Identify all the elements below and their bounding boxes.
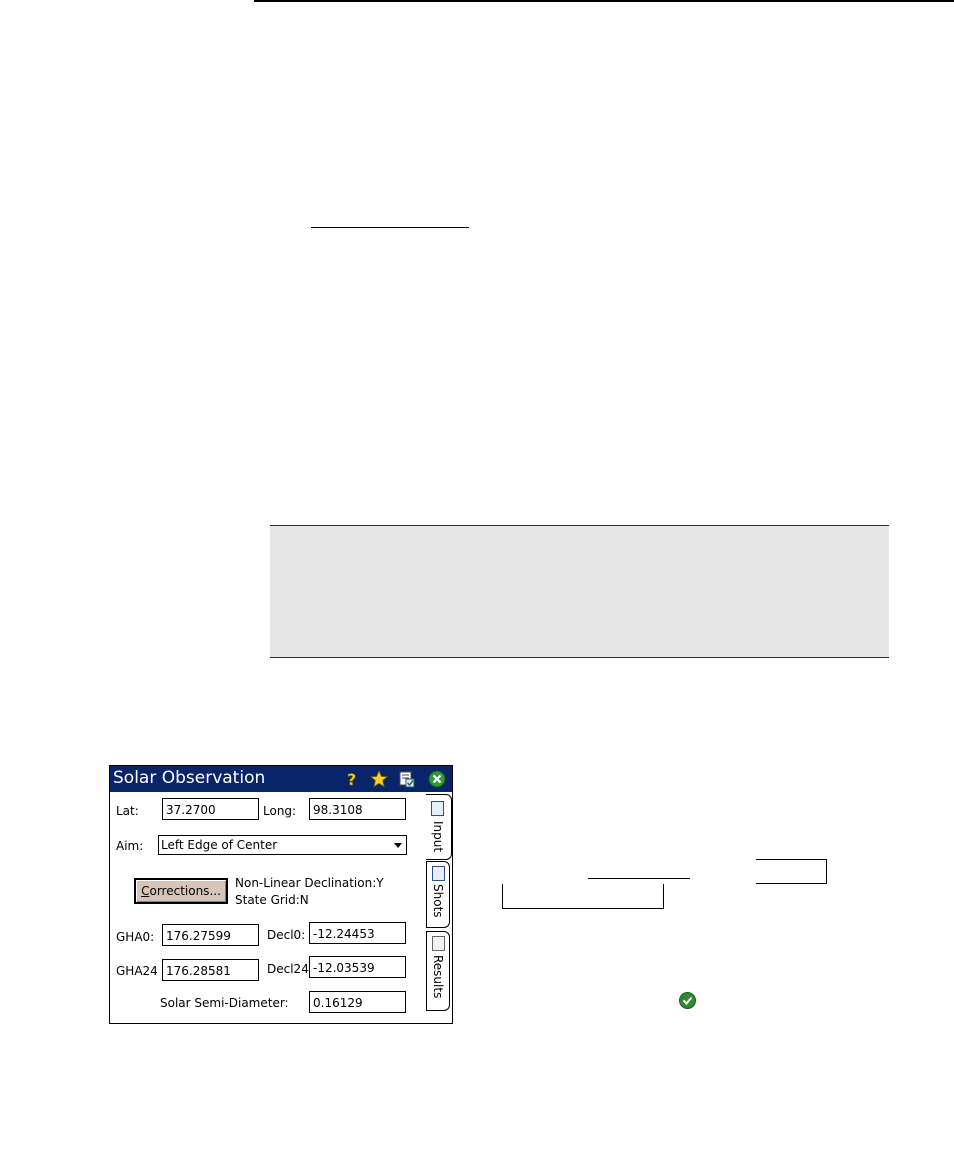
semi-diameter-input[interactable]: 0.16129 [309,991,406,1013]
results-tab-icon [432,936,445,951]
tab-results[interactable]: Results [426,931,450,1011]
decl0-input[interactable]: -12.24453 [309,922,406,944]
settings-icon[interactable] [397,769,417,789]
link-underline [588,878,690,879]
help-icon[interactable]: ? [342,769,362,789]
decl24-input[interactable]: -12.03539 [309,956,406,978]
gha24-label: GHA24 [116,964,158,978]
semi-diameter-label: Solar Semi-Diameter: [160,996,289,1010]
aim-select[interactable]: Left Edge of Center [158,835,407,855]
lat-input[interactable]: 37.2700 [162,798,259,820]
tab-shots[interactable]: Shots [426,861,450,928]
decl24-label: Decl24 [267,962,309,976]
ok-check-icon [679,992,696,1009]
long-input[interactable]: 98.3108 [309,798,406,820]
gha0-label: GHA0: [116,930,155,944]
input-tab-icon [431,801,444,816]
tab-results-label: Results [431,955,445,999]
key-box [502,884,664,909]
tab-input[interactable]: Input [426,794,452,860]
svg-text:?: ? [347,770,356,788]
close-icon[interactable] [427,769,447,789]
corrections-button[interactable]: Corrections... [134,878,228,904]
key-box-left [502,884,503,909]
favorites-star-icon[interactable] [369,769,389,789]
aim-select-value: Left Edge of Center [161,838,278,852]
page-header-rule [254,0,954,2]
window-title: Solar Observation [113,768,266,788]
state-grid-status: State Grid:N [235,893,309,907]
solar-observation-window: Solar Observation ? Lat: 37.2700 Long: 9… [109,765,453,1024]
note-box [270,525,889,658]
shots-tab-icon [432,866,445,881]
chevron-down-icon [394,843,402,848]
gha0-input[interactable]: 176.27599 [162,924,259,946]
tab-shots-label: Shots [431,884,445,918]
gha24-input[interactable]: 176.28581 [162,959,259,981]
link-underline [311,227,469,228]
corrections-label: orrections... [149,884,221,898]
key-box [756,860,827,884]
title-bar: Solar Observation ? [110,766,452,792]
decl0-label: Decl0: [267,928,306,942]
key-box-top [756,859,827,860]
aim-label: Aim: [116,839,144,853]
long-label: Long: [263,804,297,818]
lat-label: Lat: [116,804,139,818]
nonlinear-declination-status: Non-Linear Declination:Y [235,876,384,890]
tab-input-label: Input [431,821,445,853]
